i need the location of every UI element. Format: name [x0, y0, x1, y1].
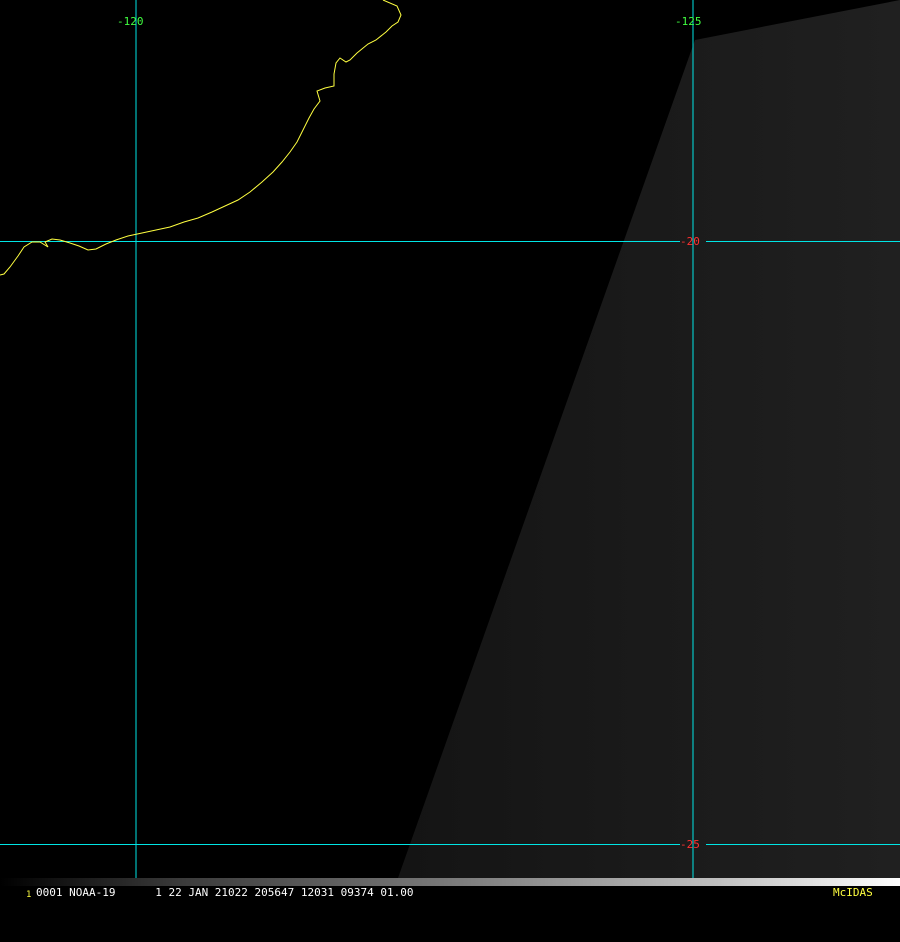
- longitude-label-120: -120: [117, 15, 144, 28]
- latitude-label-25: -25: [680, 838, 700, 851]
- color-ramp-bar: [0, 878, 900, 886]
- satellite-map: -120 -125 -20 -25: [0, 0, 900, 900]
- mcidas-brand: McIDAS: [833, 886, 873, 899]
- status-bar: 1 0001 NOAA-19 1 22 JAN 21022 205647 120…: [0, 886, 900, 900]
- longitude-label-125: -125: [675, 15, 702, 28]
- image-info: 0001 NOAA-19 1 22 JAN 21022 205647 12031…: [36, 886, 414, 899]
- latitude-label-20: -20: [680, 235, 700, 248]
